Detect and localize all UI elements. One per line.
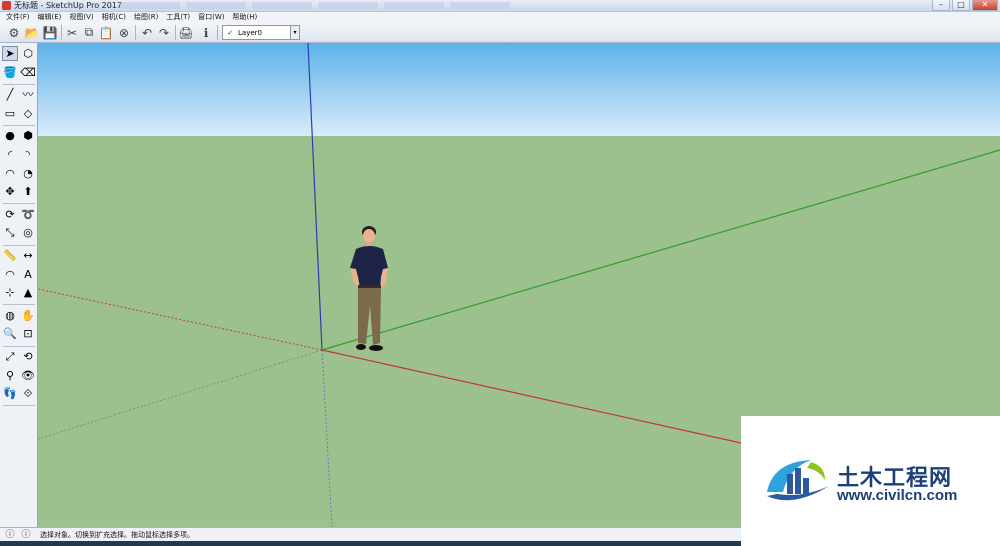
rectangle-icon[interactable]: ▭ <box>2 106 18 121</box>
info-icon[interactable]: ⓘ <box>4 529 16 541</box>
save-icon[interactable]: 💾 <box>42 25 58 40</box>
rotated-rectangle-icon[interactable]: ◇ <box>20 106 36 121</box>
look-around-icon[interactable]: 👁 <box>20 368 36 383</box>
tool-separator <box>3 203 35 205</box>
blue-axis-negative <box>321 349 333 527</box>
open-icon[interactable]: 📂 <box>24 25 40 40</box>
protractor-icon[interactable]: ◠ <box>2 267 18 282</box>
tool-separator <box>3 345 35 347</box>
walk-icon[interactable]: 👣 <box>2 386 18 401</box>
main-toolbar: ⚙ 📂 💾 ✂ ⧉ 📋 ⊗ ↶ ↷ 🖨 ℹ ✓ Layer0 ▾ <box>0 22 1000 43</box>
erase-icon[interactable]: ⊗ <box>116 25 132 40</box>
offset-icon[interactable]: ◎ <box>20 225 36 240</box>
cut-icon[interactable]: ✂ <box>64 25 80 40</box>
scale-icon[interactable]: ⤡ <box>2 225 18 240</box>
print-icon[interactable]: 🖨 <box>178 25 194 40</box>
watermark-url: www.civilcn.com <box>837 487 958 504</box>
zoom-icon[interactable]: 🔍 <box>2 326 18 341</box>
close-button[interactable]: ✕ <box>972 0 998 11</box>
menu-window[interactable]: 窗口(W) <box>194 12 228 22</box>
status-text: 选择对象。切换到扩充选择。拖动鼠标选择多项。 <box>40 530 194 539</box>
tool-separator <box>3 244 35 246</box>
3d-text-icon[interactable]: ▲ <box>20 285 36 300</box>
layer-value: Layer0 <box>238 28 262 37</box>
taskbar-previews <box>120 2 510 9</box>
menu-edit[interactable]: 编辑(E) <box>34 12 66 22</box>
minimize-button[interactable]: – <box>932 0 950 11</box>
select-icon[interactable]: ➤ <box>2 46 18 61</box>
make-component-icon[interactable]: ⬡ <box>20 46 36 61</box>
toolbar-separator <box>217 25 218 40</box>
model-info-icon[interactable]: ℹ <box>198 25 214 40</box>
layer-dropdown[interactable]: ✓ Layer0 ▾ <box>222 25 300 40</box>
eraser-icon[interactable]: ⌫ <box>20 65 36 80</box>
red-axis-negative <box>38 288 323 351</box>
pan-icon[interactable]: ✋ <box>20 308 36 323</box>
tool-separator <box>3 83 35 85</box>
two-point-arc-icon[interactable]: ◝ <box>20 147 36 162</box>
title-bar: 无标题 - SketchUp Pro 2017 – □ ✕ <box>0 0 1000 12</box>
undo-icon[interactable]: ↶ <box>139 25 155 40</box>
redo-icon[interactable]: ↷ <box>156 25 172 40</box>
maximize-button[interactable]: □ <box>952 0 970 11</box>
zoom-window-icon[interactable]: ⊡ <box>20 326 36 341</box>
credits-icon[interactable]: ⓘ <box>20 529 32 541</box>
watermark: 土木工程网 www.civilcn.com <box>741 416 1000 546</box>
zoom-extents-icon[interactable]: ⤢ <box>2 349 18 364</box>
sketchup-app-icon <box>2 1 11 10</box>
check-icon: ✓ <box>227 28 233 37</box>
menu-tools[interactable]: 工具(T) <box>162 12 194 22</box>
previous-view-icon[interactable]: ⟲ <box>20 349 36 364</box>
menu-camera[interactable]: 相机(C) <box>98 12 130 22</box>
toolbar-separator <box>61 25 62 40</box>
chevron-down-icon[interactable]: ▾ <box>290 26 299 39</box>
large-tool-set: ➤ ⬡ 🪣 ⌫ ╱ 〰 ▭ ◇ ● ⬢ ◜ ◝ ◠ ◔ ✥ ⬆ ⟳ ➰ ⤡ ◎ 📏 ↔ ◠ A ⊹ ▲ ◍ ✋ 🔍 ⊡ ⤢ ⟲ ⚲ 👁 👣 ⟐ <box>0 43 38 527</box>
toolbar-separator <box>135 25 136 40</box>
red-axis <box>321 349 742 444</box>
green-axis-negative <box>38 349 323 440</box>
freehand-icon[interactable]: 〰 <box>20 87 36 102</box>
green-axis <box>321 149 1000 351</box>
section-plane-icon[interactable]: ⟐ <box>20 386 36 401</box>
orbit-icon[interactable]: ◍ <box>2 308 18 323</box>
push-pull-icon[interactable]: ⬆ <box>20 184 36 199</box>
axes-icon[interactable]: ⊹ <box>2 285 18 300</box>
paint-bucket-icon[interactable]: 🪣 <box>2 65 18 80</box>
menu-view[interactable]: 视图(V) <box>65 12 97 22</box>
position-camera-icon[interactable]: ⚲ <box>2 368 18 383</box>
tape-measure-icon[interactable]: 📏 <box>2 248 18 263</box>
follow-me-icon[interactable]: ➰ <box>20 207 36 222</box>
blue-axis <box>307 43 323 351</box>
rotate-icon[interactable]: ⟳ <box>2 207 18 222</box>
dimension-icon[interactable]: ↔ <box>20 248 36 263</box>
menu-help[interactable]: 帮助(H) <box>228 12 261 22</box>
menu-draw[interactable]: 绘图(R) <box>130 12 162 22</box>
toolbar-separator <box>175 25 176 40</box>
copy-icon[interactable]: ⧉ <box>81 25 97 40</box>
move-icon[interactable]: ✥ <box>2 184 18 199</box>
paste-icon[interactable]: 📋 <box>98 25 114 40</box>
menu-bar: 文件(F) 编辑(E) 视图(V) 相机(C) 绘图(R) 工具(T) 窗口(W… <box>0 12 1000 22</box>
tool-separator <box>3 304 35 306</box>
line-icon[interactable]: ╱ <box>2 87 18 102</box>
window-controls: – □ ✕ <box>932 0 998 12</box>
circle-icon[interactable]: ● <box>2 128 18 143</box>
civilcn-logo <box>767 460 829 501</box>
tool-separator <box>3 405 35 407</box>
text-icon[interactable]: A <box>20 267 36 282</box>
getting-started-icon[interactable]: ⚙ <box>6 25 22 40</box>
pie-icon[interactable]: ◔ <box>20 166 36 181</box>
polygon-icon[interactable]: ⬢ <box>20 128 36 143</box>
window-title: 无标题 - SketchUp Pro 2017 <box>14 1 122 10</box>
menu-file[interactable]: 文件(F) <box>2 12 34 22</box>
arc-icon[interactable]: ◜ <box>2 147 18 162</box>
three-point-arc-icon[interactable]: ◠ <box>2 166 18 181</box>
tool-separator <box>3 124 35 126</box>
